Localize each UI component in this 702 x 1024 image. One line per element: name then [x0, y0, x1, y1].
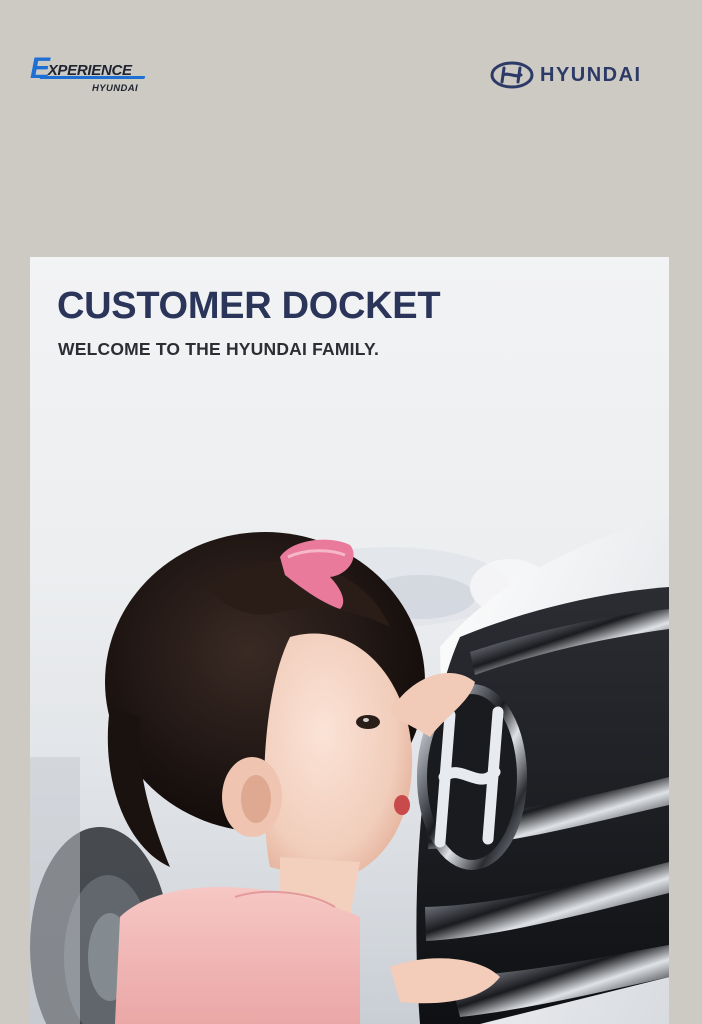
experience-logo-sub: HYUNDAI: [92, 83, 139, 94]
cover-photo-child-and-car-grille: [30, 507, 669, 1024]
hyundai-wordmark: HYUNDAI: [540, 63, 642, 86]
cover-subtitle: WELCOME TO THE HYUNDAI FAMILY.: [58, 339, 380, 359]
docket-cover-page: EXPERIENCE HYUNDAI HYUNDAI CUSTOMER DOCK…: [0, 0, 702, 1024]
hyundai-logo: HYUNDAI: [490, 60, 642, 90]
experience-logo-word: EXPERIENCE: [30, 54, 132, 84]
cover-card: CUSTOMER DOCKET WELCOME TO THE HYUNDAI F…: [30, 257, 669, 1024]
experience-logo-swoosh: [39, 76, 146, 79]
cover-title: CUSTOMER DOCKET: [57, 285, 441, 327]
hyundai-emblem-icon: [490, 61, 534, 89]
experience-hyundai-logo: EXPERIENCE HYUNDAI: [30, 54, 150, 98]
